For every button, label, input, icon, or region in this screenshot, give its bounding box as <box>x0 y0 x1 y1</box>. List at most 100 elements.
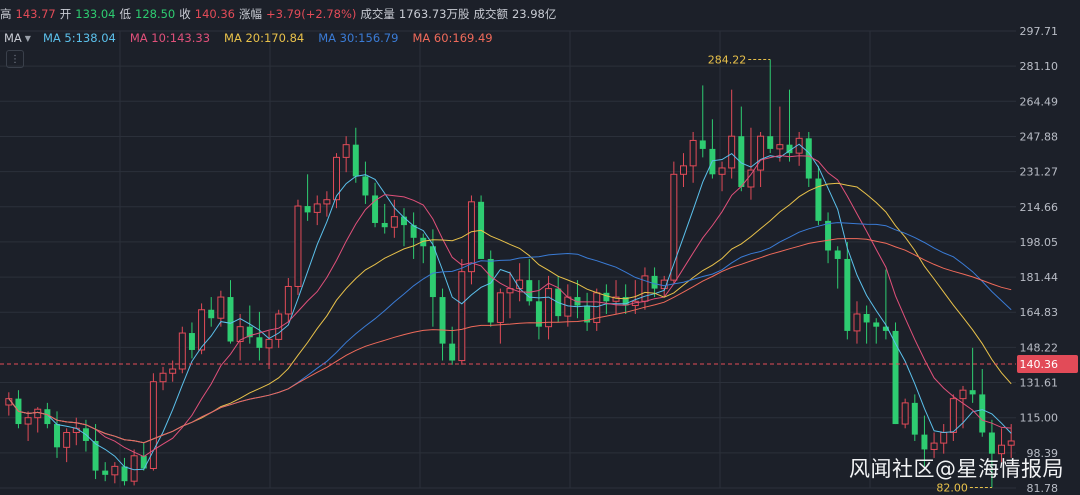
settings-icon: ⋮ <box>10 53 20 65</box>
candle-body-up <box>689 139 697 167</box>
candle-body-up <box>1007 440 1015 446</box>
amount-label: 成交额 <box>473 7 508 21</box>
candle-body-down <box>208 309 215 319</box>
watermark: 风闻社区@星海情报局 <box>849 457 1064 481</box>
ma30-legend: MA 30:156.79 <box>318 31 399 45</box>
y-tick-label: 231.27 <box>1020 166 1059 179</box>
ma-dropdown-label: MA <box>4 31 22 45</box>
candle-body-up <box>776 144 784 150</box>
candle-body-up <box>949 398 957 434</box>
ma5-legend: MA 5:138.04 <box>42 31 116 45</box>
candle-body-up <box>63 432 71 448</box>
candle-body-down <box>526 280 533 302</box>
candle-body-up <box>390 216 398 228</box>
candle-body-up <box>217 296 225 319</box>
candle-body-up <box>323 199 331 205</box>
ma30-line <box>8 222 1012 444</box>
y-tick-label: 115.00 <box>1020 412 1059 425</box>
volume-label: 成交量 <box>360 7 395 21</box>
candle-body-down <box>892 330 899 425</box>
candle-body-down <box>911 402 918 435</box>
open-label: 开 <box>59 7 72 21</box>
high-value: 143.77 <box>15 7 56 21</box>
candle-body-down <box>439 297 446 344</box>
candle-body-up <box>159 372 167 383</box>
candle-body-up <box>545 288 553 328</box>
candle-body-up <box>930 442 938 450</box>
candle-body-down <box>988 432 995 454</box>
candle-body-down <box>381 222 388 228</box>
candle-body-up <box>284 285 292 315</box>
amount-value: 23.98亿 <box>511 7 557 21</box>
quote-bar: 高 143.77 开 133.04 低 128.50 收 140.36 涨幅 +… <box>0 0 1020 28</box>
candle-body-up <box>72 427 80 434</box>
y-tick-label: 247.88 <box>1020 130 1059 143</box>
candle-body-down <box>979 394 986 433</box>
candle-body-up <box>458 271 466 362</box>
candle-body-up <box>24 417 32 425</box>
candle-body-down <box>429 246 436 298</box>
candle-body-down <box>188 333 195 350</box>
candle-body-down <box>844 258 851 331</box>
candle-body-up <box>169 368 177 374</box>
low-value: 128.50 <box>135 7 176 21</box>
min-price-label: 82.00 <box>936 482 968 495</box>
y-tick-label: 281.10 <box>1020 60 1059 73</box>
candle-body-down <box>140 455 147 469</box>
candle-body-down <box>834 250 841 259</box>
open-value: 133.04 <box>75 7 116 21</box>
candle-body-down <box>352 144 359 177</box>
candlestick-chart: 297.71 281.10 264.49 247.88 231.27 214.66 198.… <box>0 25 1078 495</box>
current-price-label: 140.36 <box>1020 358 1059 371</box>
candle-body-up <box>313 203 321 213</box>
y-tick-label: 148.22 <box>1020 341 1059 354</box>
candle-body-down <box>738 136 745 188</box>
candle-body-down <box>815 178 822 221</box>
ma10-legend: MA 10:143.33 <box>129 31 211 45</box>
candle-body-down <box>969 390 976 395</box>
candle-body-down <box>449 343 456 361</box>
y-tick-label: 181.44 <box>1020 271 1059 284</box>
candle-body-down <box>767 136 774 149</box>
low-label: 低 <box>119 7 132 21</box>
candle-body-up <box>467 201 475 273</box>
candle-body-down <box>102 470 109 475</box>
y-tick-label: 198.05 <box>1020 236 1059 249</box>
ma20-legend: MA 20:170.84 <box>224 31 305 45</box>
change-value: +3.79(+2.78%) <box>266 7 357 21</box>
y-tick-label: 297.71 <box>1020 25 1059 38</box>
close-label: 收 <box>179 7 191 21</box>
y-tick-label: 264.49 <box>1020 95 1059 108</box>
indicator-settings-button[interactable]: ⋮ <box>6 50 24 68</box>
candle-body-down <box>487 258 494 323</box>
candle-body-down <box>921 434 928 450</box>
candle-body-down <box>651 275 658 289</box>
candle-body-down <box>873 322 880 327</box>
candle-body-up <box>679 165 687 175</box>
ma-legend-bar: MA ▼ MA 5:138.04 MA 10:143.33 MA 20:170.… <box>4 28 507 48</box>
y-tick-label: 164.83 <box>1020 306 1059 319</box>
candle-body-up <box>294 205 302 287</box>
max-price-label: 284.22 <box>708 54 747 67</box>
candle-body-up <box>959 389 967 400</box>
candle-body-up <box>728 135 736 169</box>
high-label: 高 <box>0 7 12 21</box>
candle-body-up <box>718 167 726 175</box>
candle-body-down <box>863 313 870 323</box>
volume-value: 1763.73万股 <box>398 7 470 21</box>
candle-body-down <box>304 206 311 213</box>
y-tick-label: 81.78 <box>1027 482 1059 495</box>
y-tick-label: 131.61 <box>1020 377 1059 390</box>
chevron-down-icon: ▼ <box>24 33 31 43</box>
candle-body-down <box>121 466 128 482</box>
ma60-line <box>8 238 1012 444</box>
candle-body-up <box>940 432 948 444</box>
y-tick-label: 214.66 <box>1020 201 1059 214</box>
candle-body-up <box>757 135 765 171</box>
candle-body-down <box>256 337 263 348</box>
candle-body-down <box>805 138 812 179</box>
ma-indicator-dropdown[interactable]: MA ▼ <box>4 31 31 45</box>
candle-body-down <box>603 292 610 302</box>
close-value: 140.36 <box>194 7 235 21</box>
candle-body-up <box>901 402 909 425</box>
